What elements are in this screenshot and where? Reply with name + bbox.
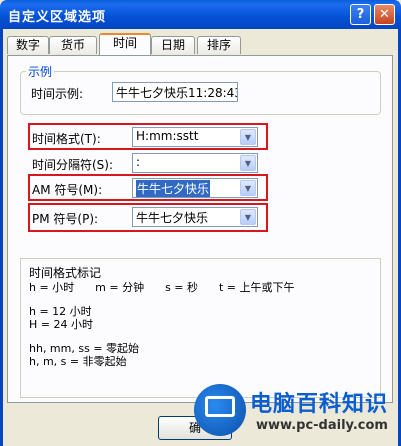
chevron-down-icon[interactable]: ▼ (240, 129, 256, 145)
example-group-title: 示例 (26, 63, 55, 80)
format-notes-box: 时间格式标记 h = 小时 m = 分钟 s = 秒 t = 上午或下午 h =… (20, 258, 381, 398)
example-label: 时间示例: (31, 87, 84, 101)
tab-date[interactable]: 日期 (151, 36, 195, 54)
title-bar[interactable]: 自定义区域选项 ? ✕ (0, 0, 401, 29)
am-symbol-value: 牛牛七夕快乐 (136, 180, 211, 197)
am-symbol-label: AM 符号(M): (32, 183, 103, 197)
time-separator-value: : (136, 155, 141, 169)
watermark-text: 电脑百科知识 (250, 392, 389, 417)
am-symbol-combo[interactable]: 牛牛七夕快乐 ▼ (132, 178, 258, 198)
pm-symbol-value: 牛牛七夕快乐 (136, 211, 209, 225)
time-format-label: 时间格式(T): (32, 132, 101, 146)
time-format-value: H:mm:sstt (136, 129, 199, 143)
chevron-down-icon[interactable]: ▼ (240, 155, 256, 171)
notes-line: h, m, s = 非零起始 (29, 355, 127, 368)
time-separator-label: 时间分隔符(S): (32, 158, 114, 172)
close-button[interactable]: ✕ (374, 4, 395, 25)
pm-symbol-combo[interactable]: 牛牛七夕快乐 ▼ (132, 207, 258, 227)
watermark-url: www.pc-daily.com (256, 418, 388, 433)
pm-symbol-label: PM 符号(P): (32, 212, 99, 226)
tab-time[interactable]: 时间 (99, 33, 151, 55)
notes-line: h = 小时 m = 分钟 s = 秒 t = 上午或下午 (29, 281, 295, 294)
tab-sort[interactable]: 排序 (197, 36, 241, 54)
time-example-value: 牛牛七夕快乐11:28:43 (112, 82, 238, 102)
watermark: 电脑百科知识 www.pc-daily.com (194, 384, 401, 446)
help-button[interactable]: ? (350, 4, 371, 25)
chevron-down-icon[interactable]: ▼ (240, 180, 256, 196)
tab-currency[interactable]: 货币 (49, 36, 97, 54)
notes-line: H = 24 小时 (29, 318, 93, 331)
tab-number[interactable]: 数字 (7, 36, 49, 54)
monitor-logo-icon (194, 384, 246, 436)
time-separator-combo[interactable]: : ▼ (132, 153, 258, 173)
window-title: 自定义区域选项 (8, 10, 107, 25)
chevron-down-icon[interactable]: ▼ (240, 209, 256, 225)
time-format-combo[interactable]: H:mm:sstt ▼ (132, 127, 258, 147)
